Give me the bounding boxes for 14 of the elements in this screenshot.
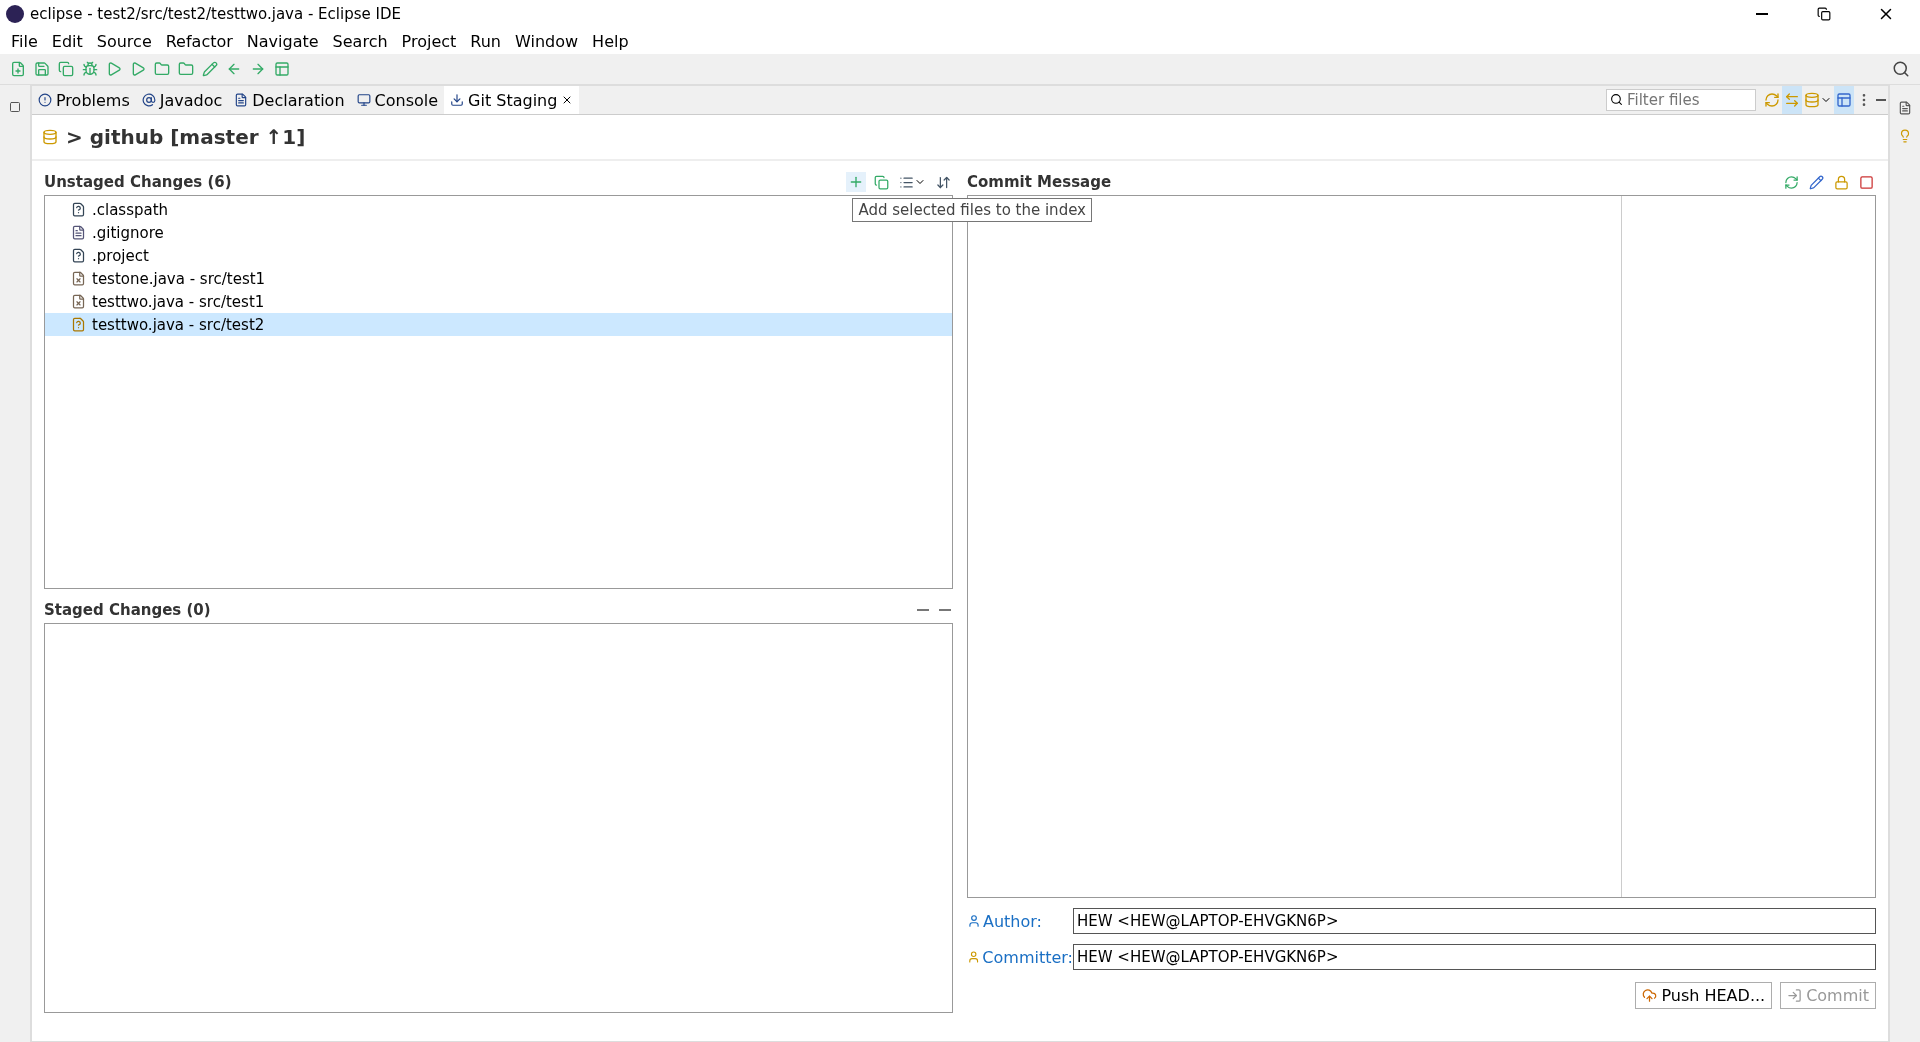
section-title: Staged Changes (0) bbox=[44, 601, 212, 619]
section-title: Commit Message bbox=[967, 173, 1113, 191]
section-title: Unstaged Changes (6) bbox=[44, 173, 233, 191]
author-label: Author: bbox=[983, 911, 1042, 931]
file-name: testtwo.java - src/test2 bbox=[92, 315, 265, 334]
committer-label: Committer: bbox=[982, 947, 1073, 967]
file-name: .project bbox=[92, 246, 149, 265]
file-name: .classpath bbox=[92, 200, 169, 219]
file-name: testtwo.java - src/test1 bbox=[92, 292, 265, 311]
file-name: testone.java - src/test1 bbox=[92, 269, 266, 288]
file-name: .gitignore bbox=[92, 223, 164, 242]
window-title: eclipse - test2/src/test2/testtwo.java - Eclipse IDE bbox=[30, 5, 402, 23]
repository-label: > github [master ↑1] bbox=[66, 125, 306, 149]
tooltip: Add selected files to the index bbox=[852, 198, 1092, 222]
